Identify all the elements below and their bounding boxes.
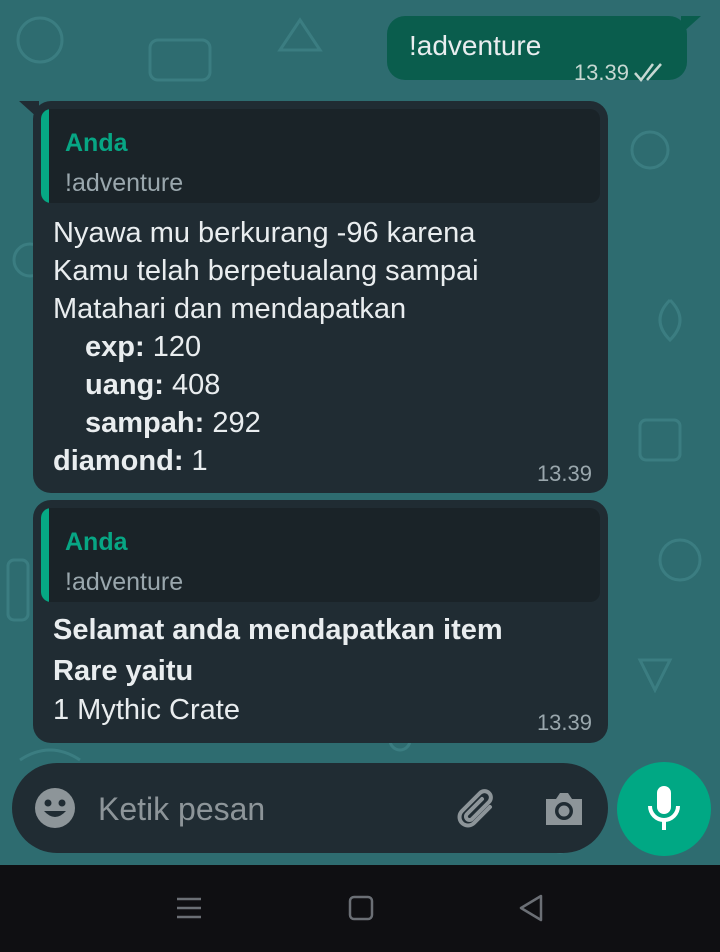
emoji-icon[interactable] <box>34 787 76 829</box>
stat-exp: exp: 120 <box>85 331 201 364</box>
stat-value: 408 <box>163 369 221 401</box>
attach-icon[interactable] <box>454 787 500 833</box>
quote-author: Anda <box>65 129 128 157</box>
outgoing-message-text: !adventure <box>409 30 542 61</box>
stat-label: exp: <box>85 331 145 363</box>
voice-record-button[interactable] <box>617 762 711 856</box>
message-time: 13.39 <box>536 461 592 486</box>
bubble-tail <box>681 16 701 34</box>
message-line: Selamat anda mendapatkan item <box>53 614 503 646</box>
quote-text: !adventure <box>65 568 184 596</box>
stat-label: uang: <box>85 369 164 401</box>
outgoing-message[interactable]: !adventure 13.39 <box>387 16 701 85</box>
message-line: 1 Mythic Crate <box>53 694 240 726</box>
home-icon[interactable] <box>347 893 375 923</box>
message-composer[interactable]: Ketik pesan <box>12 763 608 853</box>
message-line: Rare yaitu <box>53 655 194 687</box>
message-line: Nyawa mu berkurang -96 karena <box>53 217 476 249</box>
stat-value: 292 <box>204 407 261 439</box>
read-receipt-icon <box>634 63 662 82</box>
message-time: 13.39 <box>536 710 592 735</box>
camera-icon[interactable] <box>542 789 586 829</box>
quote-accent-bar <box>41 508 49 602</box>
stat-value: 120 <box>144 331 202 363</box>
quoted-reply[interactable]: Anda !adventure <box>41 508 600 602</box>
back-icon[interactable] <box>517 893 545 923</box>
quoted-reply[interactable]: Anda !adventure <box>41 109 600 203</box>
stat-label: diamond: <box>53 445 184 477</box>
message-line: Matahari dan mendapatkan <box>53 293 407 325</box>
bubble-tail <box>19 101 39 119</box>
stat-label: sampah: <box>85 407 205 439</box>
incoming-message[interactable]: Anda !adventure Selamat anda mendapatkan… <box>33 500 608 743</box>
menu-icon[interactable] <box>175 893 203 923</box>
mic-icon <box>648 786 680 830</box>
incoming-message[interactable]: Anda !adventure Nyawa mu berkurang -96 k… <box>19 101 608 493</box>
message-line: Kamu telah berpetualang sampai <box>53 255 479 287</box>
system-navigation-bar <box>0 865 720 952</box>
stat-value: 1 <box>183 445 208 477</box>
stat-sampah: sampah: 292 <box>85 407 261 440</box>
message-input[interactable]: Ketik pesan <box>98 791 265 828</box>
quote-accent-bar <box>41 109 49 203</box>
quote-author: Anda <box>65 528 128 556</box>
stat-diamond: diamond: 1 <box>53 445 208 478</box>
stat-uang: uang: 408 <box>85 369 220 402</box>
message-time: 13.39 <box>573 60 629 85</box>
quote-text: !adventure <box>65 169 184 197</box>
